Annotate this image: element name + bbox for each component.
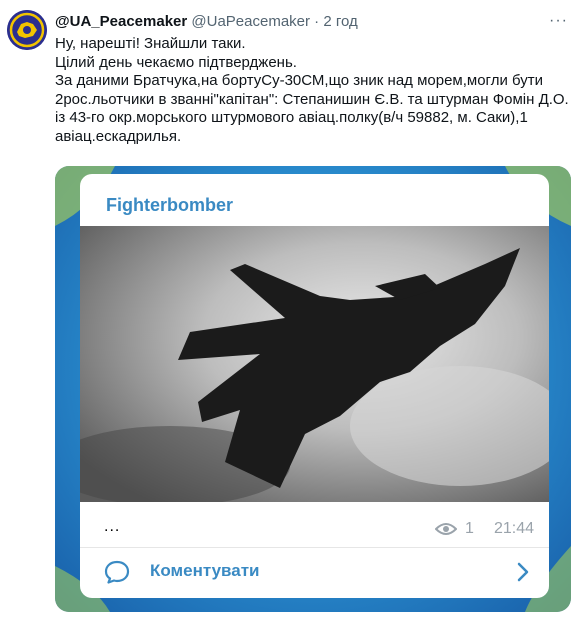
tweet-header: @UA_Peacemaker @UaPeacemaker · 2 год [55,12,576,32]
telegram-card: Fighterbomber ... 1 21:44 Коментувати [80,174,549,598]
chevron-right-icon [517,562,529,582]
comment-bubble-icon [104,560,130,584]
tweet-text: Ну, нарешті! Знайшли таки. Цілий день че… [55,35,575,146]
separator: · [314,13,320,30]
views-and-time: 1 21:44 [435,520,534,538]
comment-label: Коментувати [150,561,260,580]
avatar-logo [7,10,47,50]
tweet-line: Цілий день чекаємо підтверджень. [55,53,297,71]
media-preview[interactable]: Fighterbomber ... 1 21:44 Коментувати [55,166,571,612]
eye-icon [435,523,458,535]
message-time: 21:44 [493,520,534,537]
timestamp[interactable]: 2 год [323,13,357,30]
display-name[interactable]: @UA_Peacemaker [55,13,187,30]
aircraft-photo[interactable] [80,226,549,502]
view-count: 1 [465,520,474,537]
tweet-line: Ну, нарешті! Знайшли таки. [55,35,246,52]
caption-ellipsis: ... [104,518,121,535]
comment-button[interactable]: Коментувати [80,548,549,598]
more-icon[interactable]: ··· [549,12,568,30]
avatar[interactable] [7,10,47,50]
tweet-line: За даними Братчука,на бортуСу-30СМ,що зн… [55,72,569,145]
channel-name[interactable]: Fighterbomber [80,194,549,216]
handle[interactable]: @UaPeacemaker [191,13,310,30]
